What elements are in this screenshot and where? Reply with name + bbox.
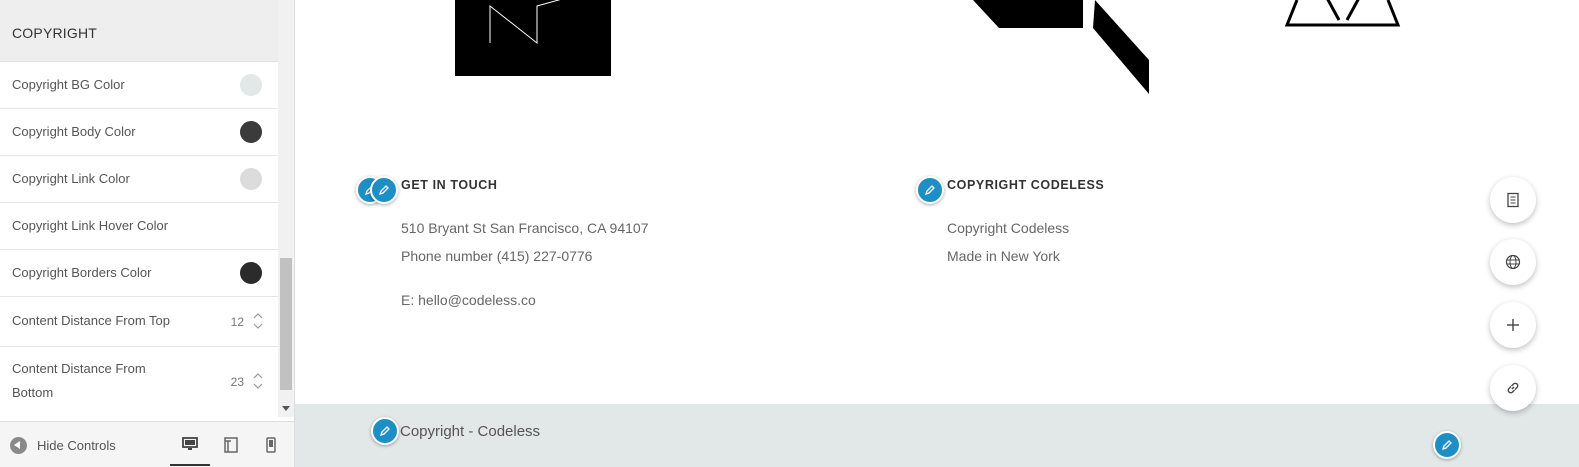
phone-text: Phone number (415) 227-0776 [401, 248, 593, 264]
control-copyright-body-color[interactable]: Copyright Body Color [0, 109, 278, 156]
edit-copyright-button[interactable] [371, 417, 399, 445]
spinner-icon[interactable] [253, 372, 263, 390]
control-label: Copyright Borders Color [12, 265, 152, 280]
copyright-bar: Copyright - Codeless [295, 404, 1579, 467]
color-swatch[interactable] [240, 74, 262, 96]
widget-title-copyright: COPYRIGHT CODELESS [947, 178, 1105, 192]
scrollbar[interactable] [278, 0, 294, 417]
scrollbar-thumb[interactable] [280, 258, 292, 390]
desktop-preview-button[interactable] [170, 433, 210, 466]
color-swatch[interactable] [240, 168, 262, 190]
customizer-sidebar: COPYRIGHT Copyright BG Color Copyright B… [0, 0, 295, 467]
globe-icon [1505, 254, 1521, 270]
email-text: E: hello@codeless.co [401, 292, 536, 308]
scroll-down-arrow-icon[interactable] [282, 406, 290, 411]
link-button[interactable] [1490, 365, 1536, 411]
color-swatch[interactable] [240, 262, 262, 284]
pencil-icon [379, 426, 390, 437]
pencil-icon [378, 185, 389, 196]
pencil-icon [1441, 440, 1452, 451]
control-copyright-borders-color[interactable]: Copyright Borders Color [0, 250, 278, 297]
link-icon [1507, 382, 1519, 394]
add-element-button[interactable] [1490, 302, 1536, 348]
color-swatch[interactable] [240, 121, 262, 143]
site-preview: GET IN TOUCH 510 Bryant St San Francisco… [295, 0, 1579, 467]
copyright-text: Copyright - Codeless [400, 423, 541, 440]
client-logo-2 [973, 0, 1149, 94]
document-icon [1507, 192, 1519, 208]
control-label: Copyright BG Color [12, 77, 125, 92]
hide-controls-button[interactable]: Hide Controls [37, 438, 116, 453]
edit-copyright-right-button[interactable] [1433, 431, 1461, 459]
controls-list: Copyright BG Color Copyright Body Color … [0, 62, 278, 417]
collapse-arrow-icon[interactable] [10, 437, 27, 454]
control-copyright-link-hover-color[interactable]: Copyright Link Hover Color [0, 203, 278, 250]
edit-widget-button[interactable] [370, 176, 398, 204]
control-content-distance-top[interactable]: Content Distance From Top 12 [0, 297, 278, 347]
tablet-preview-button[interactable] [212, 433, 252, 459]
pencil-icon [924, 185, 935, 196]
widget-title-get-in-touch: GET IN TOUCH [401, 178, 498, 192]
control-content-distance-bottom[interactable]: Content Distance From Bottom 23 [0, 347, 278, 417]
customizer-footer: Hide Controls [0, 421, 294, 467]
control-label: Content Distance From Top [12, 313, 170, 328]
section-title: COPYRIGHT [12, 25, 98, 41]
client-logo-1 [455, 0, 611, 76]
tablet-icon [224, 437, 238, 453]
edit-widget-button[interactable] [916, 176, 944, 204]
spinner-icon[interactable] [253, 312, 263, 330]
control-copyright-bg-color[interactable]: Copyright BG Color [0, 62, 278, 109]
mobile-preview-button[interactable] [254, 433, 284, 459]
number-input[interactable]: 23 [231, 375, 244, 389]
page-options-button[interactable] [1490, 177, 1536, 223]
control-label: Copyright Link Hover Color [12, 218, 169, 233]
control-label: Copyright Link Color [12, 171, 130, 186]
control-label: Content Distance From Bottom [12, 361, 146, 400]
number-input[interactable]: 12 [231, 315, 244, 329]
section-header[interactable]: COPYRIGHT [0, 0, 278, 62]
global-options-button[interactable] [1490, 239, 1536, 285]
client-logo-3 [1285, 0, 1401, 27]
copyright-line: Copyright Codeless [947, 220, 1070, 236]
made-in-line: Made in New York [947, 248, 1060, 264]
address-text: 510 Bryant St San Francisco, CA 94107 [401, 220, 649, 236]
mobile-icon [266, 437, 276, 453]
control-copyright-link-color[interactable]: Copyright Link Color [0, 156, 278, 203]
plus-icon [1507, 319, 1519, 331]
desktop-icon [182, 437, 198, 450]
control-label: Copyright Body Color [12, 124, 136, 139]
